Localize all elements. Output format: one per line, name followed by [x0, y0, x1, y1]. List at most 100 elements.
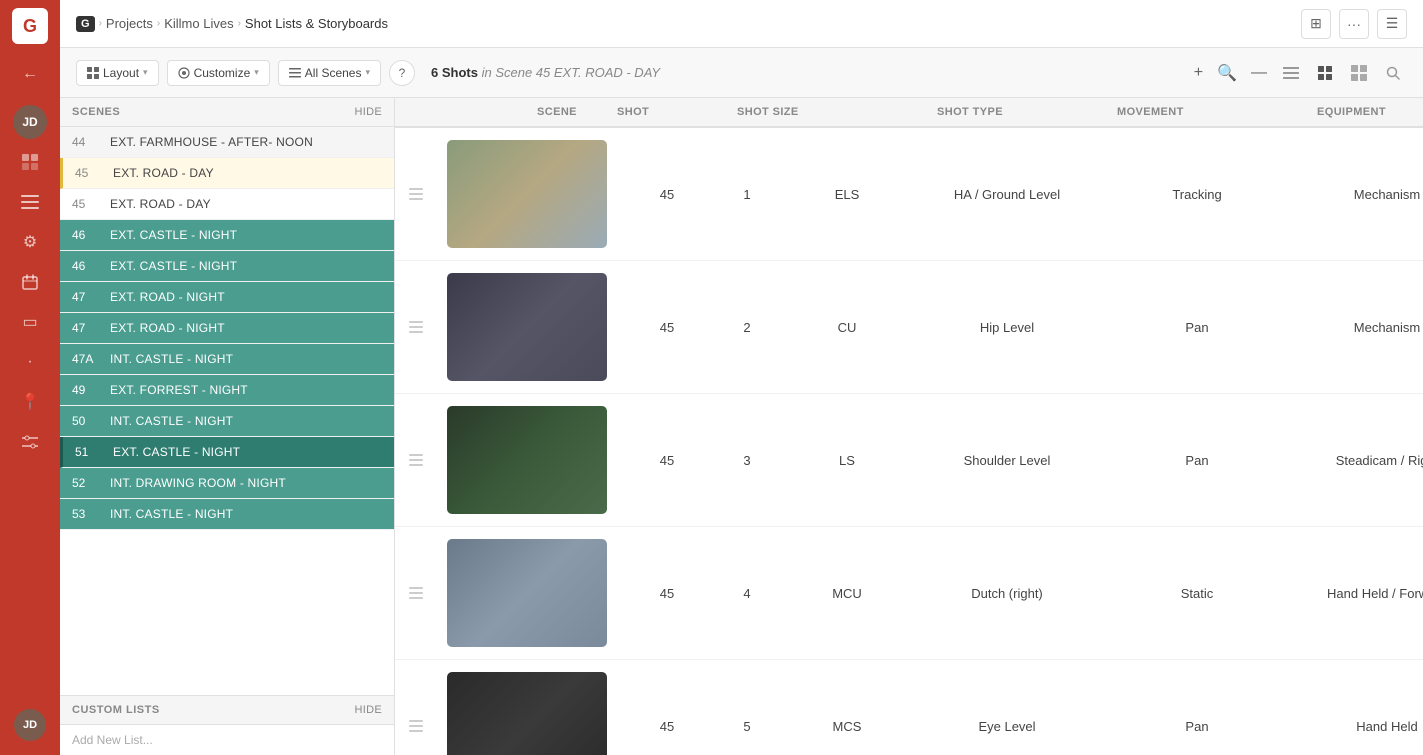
custom-lists-header: CUSTOM LISTS HIDE — [60, 695, 394, 725]
shot-size: ELS — [787, 187, 907, 202]
breadcrumb-projects[interactable]: Projects — [106, 16, 153, 31]
shot-equipment: Mechanism — [1287, 320, 1423, 335]
shot-thumbnail[interactable] — [447, 406, 607, 514]
add-btn[interactable]: + — [1190, 62, 1207, 84]
nav-back-btn[interactable]: ← — [12, 56, 48, 92]
toolbar: Layout ▾ Customize ▾ All Scenes ▾ ? 6 Sh… — [60, 48, 1423, 98]
scene-number: 47 — [72, 290, 100, 304]
breadcrumb-project[interactable]: Killmo Lives — [164, 16, 233, 31]
help-btn[interactable]: ? — [389, 60, 415, 86]
shot-row: 45 1 ELS HA / Ground Level Tracking Mech… — [395, 128, 1423, 261]
scene-name: EXT. CASTLE - NIGHT — [113, 445, 382, 459]
nav-settings-btn[interactable]: ⚙ — [12, 224, 48, 260]
nav-board-btn[interactable] — [12, 144, 48, 180]
drag-handle[interactable] — [407, 319, 447, 335]
shot-rows-container: 45 1 ELS HA / Ground Level Tracking Mech… — [395, 128, 1423, 755]
list-view-rows-btn[interactable] — [1277, 59, 1305, 87]
shot-thumbnail[interactable] — [447, 539, 607, 647]
sidebar-item-teal[interactable]: 47A INT. CASTLE - NIGHT — [60, 344, 394, 375]
sidebar-item-selected[interactable]: 45 EXT. ROAD - DAY — [60, 158, 394, 189]
main-area: G › Projects › Killmo Lives › Shot Lists… — [60, 0, 1423, 755]
scenes-section-header: SCENES HIDE — [60, 98, 394, 127]
header-actions: ⊞ ··· ☰ — [1301, 9, 1407, 39]
sidebar-item-teal[interactable]: 46 EXT. CASTLE - NIGHT — [60, 251, 394, 282]
sidebar-item-teal[interactable]: 50 INT. CASTLE - NIGHT — [60, 406, 394, 437]
shot-scene: 45 — [627, 719, 707, 734]
customize-btn[interactable]: Customize ▾ — [167, 60, 270, 86]
zoom-out-btn[interactable]: — — [1247, 62, 1271, 84]
shot-movement: Pan — [1107, 453, 1287, 468]
shot-movement: Pan — [1107, 320, 1287, 335]
large-grid-view-btn[interactable] — [1345, 59, 1373, 87]
sidebar-item-active[interactable]: 51 EXT. CASTLE - NIGHT — [60, 437, 394, 468]
drag-handle[interactable] — [407, 718, 447, 734]
content-area: SCENES HIDE 44 EXT. FARMHOUSE - AFTER- N… — [60, 98, 1423, 755]
scenes-caret: ▾ — [365, 67, 370, 78]
scene-name: INT. CASTLE - NIGHT — [110, 352, 382, 366]
shot-type: Shoulder Level — [907, 453, 1107, 468]
shot-movement: Tracking — [1107, 187, 1287, 202]
scenes-title: SCENES — [72, 106, 120, 118]
shot-equipment: Hand Held / Forward — [1287, 586, 1423, 601]
shot-row: 45 5 MCS Eye Level Pan Hand Held ⋮ — [395, 660, 1423, 755]
search-btn[interactable] — [1379, 59, 1407, 87]
scene-number: 47 — [72, 321, 100, 335]
scene-number: 45 — [72, 197, 100, 211]
zoom-in-btn[interactable]: 🔍 — [1213, 61, 1241, 85]
drag-handle[interactable] — [407, 585, 447, 601]
scene-name: EXT. ROAD - NIGHT — [110, 321, 382, 335]
shot-thumbnail[interactable] — [447, 140, 607, 248]
sidebar-item[interactable]: 45 EXT. ROAD - DAY — [60, 189, 394, 220]
grid-view-btn[interactable] — [1311, 59, 1339, 87]
shot-row: 45 2 CU Hip Level Pan Mechanism ⋮ — [395, 261, 1423, 394]
breadcrumb-current: Shot Lists & Storyboards — [245, 16, 388, 31]
more-btn[interactable]: ··· — [1339, 9, 1369, 39]
user-avatar-bottom[interactable]: JD — [14, 709, 46, 741]
sidebar-item-teal[interactable]: 49 EXT. FORREST - NIGHT — [60, 375, 394, 406]
shot-scene: 45 — [627, 586, 707, 601]
drag-handle[interactable] — [407, 452, 447, 468]
sidebar-item-teal[interactable]: 46 EXT. CASTLE - NIGHT — [60, 220, 394, 251]
breadcrumb-logo: G — [76, 16, 95, 32]
scene-number: 51 — [75, 445, 103, 459]
scene-number: 46 — [72, 228, 100, 242]
custom-lists-title: CUSTOM LISTS — [72, 704, 160, 716]
shot-thumbnail[interactable] — [447, 672, 607, 755]
scene-number: 52 — [72, 476, 100, 490]
sidebar-item-teal[interactable]: 53 INT. CASTLE - NIGHT — [60, 499, 394, 530]
col-shot-type: SHOT TYPE — [937, 106, 1117, 118]
layout-btn[interactable]: Layout ▾ — [76, 60, 159, 86]
drag-handle[interactable] — [407, 186, 447, 202]
all-scenes-btn[interactable]: All Scenes ▾ — [278, 60, 381, 86]
shot-movement: Pan — [1107, 719, 1287, 734]
app-header: G › Projects › Killmo Lives › Shot Lists… — [60, 0, 1423, 48]
nav-list-btn[interactable] — [12, 184, 48, 220]
scene-name: EXT. FORREST - NIGHT — [110, 383, 382, 397]
scene-name: INT. DRAWING ROOM - NIGHT — [110, 476, 382, 490]
list-view-btn[interactable]: ☰ — [1377, 9, 1407, 39]
nav-calendar-btn[interactable] — [12, 264, 48, 300]
icon-bar: G ← JD ⚙ ▭ · 📍 JD — [0, 0, 60, 755]
shot-equipment: Mechanism — [1287, 187, 1423, 202]
nav-rect-btn[interactable]: ▭ — [12, 304, 48, 340]
scene-number: 49 — [72, 383, 100, 397]
avatar-top[interactable]: JD — [12, 104, 48, 140]
add-new-list-input[interactable]: Add New List... — [60, 725, 394, 755]
shot-equipment: Hand Held — [1287, 719, 1423, 734]
shot-number: 4 — [707, 586, 787, 601]
sidebar-item-teal[interactable]: 47 EXT. ROAD - NIGHT — [60, 313, 394, 344]
scenes-hide-btn[interactable]: HIDE — [355, 106, 382, 118]
nav-sliders-btn[interactable] — [12, 424, 48, 460]
sidebar-item[interactable]: 44 EXT. FARMHOUSE - AFTER- NOON — [60, 127, 394, 158]
shot-row: 45 3 LS Shoulder Level Pan Steadicam / R… — [395, 394, 1423, 527]
shot-thumbnail[interactable] — [447, 273, 607, 381]
sidebar-item-teal[interactable]: 47 EXT. ROAD - NIGHT — [60, 282, 394, 313]
shot-equipment: Steadicam / Right — [1287, 453, 1423, 468]
sidebar-item-teal[interactable]: 52 INT. DRAWING ROOM - NIGHT — [60, 468, 394, 499]
shot-type: Dutch (right) — [907, 586, 1107, 601]
scene-number: 46 — [72, 259, 100, 273]
nav-location-btn[interactable]: 📍 — [12, 384, 48, 420]
nav-dot-btn[interactable]: · — [12, 344, 48, 380]
print-btn[interactable]: ⊞ — [1301, 9, 1331, 39]
custom-lists-hide-btn[interactable]: HIDE — [355, 704, 382, 716]
